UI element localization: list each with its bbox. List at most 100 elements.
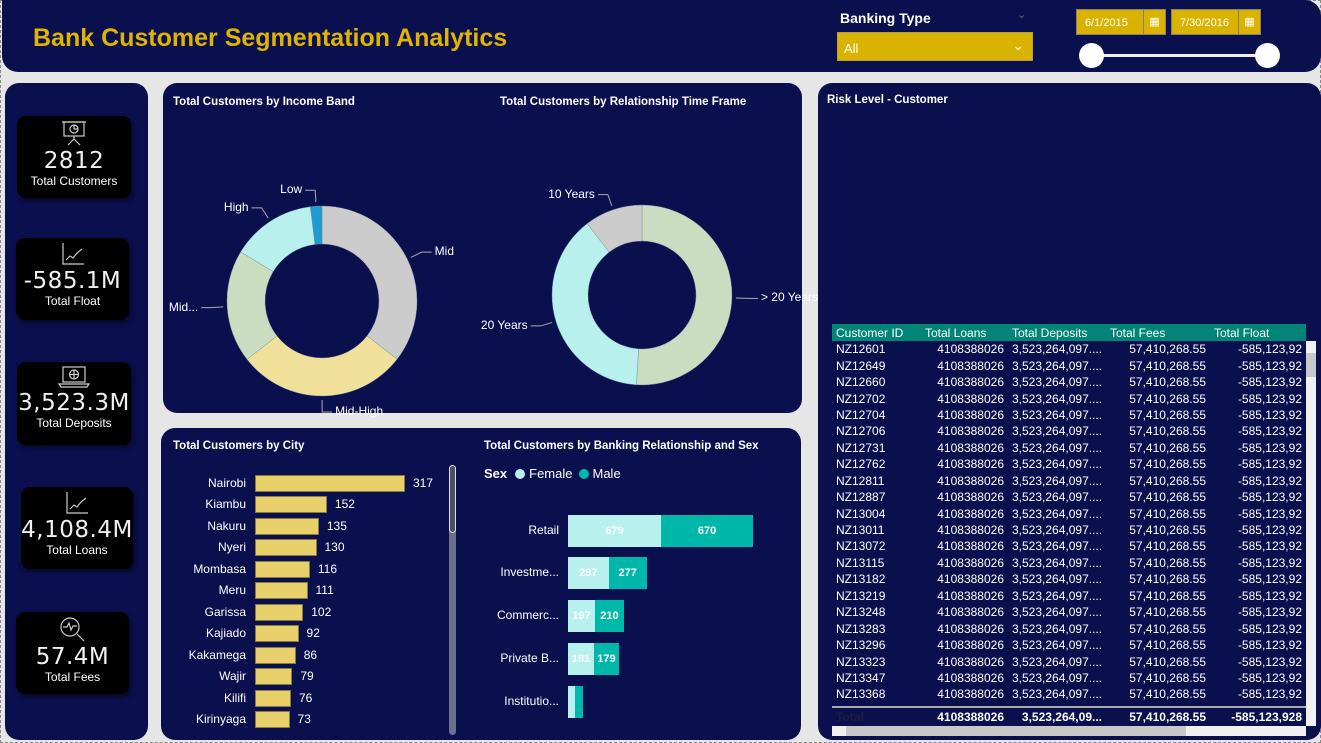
male-bar[interactable]: 210 (595, 600, 624, 632)
table-cell: 3,523,264,097.... (1012, 358, 1103, 373)
table-row[interactable]: NZ12704 4108388026 3,523,264,097.... 57,410… (832, 407, 1306, 423)
city-bar[interactable] (255, 517, 319, 535)
table-row[interactable]: NZ13219 4108388026 3,523,264,097.... 57,410… (832, 588, 1306, 604)
table-row[interactable]: NZ12762 4108388026 3,523,264,097.... 57,410… (832, 456, 1306, 472)
total-cell: 4108388026 (937, 710, 1004, 724)
table-row[interactable]: NZ13004 4108388026 3,523,264,097.... 57,410… (832, 505, 1306, 521)
table-cell: 4108388026 (937, 490, 1004, 505)
table-row[interactable]: NZ13182 4108388026 3,523,264,097.... 57,410… (832, 571, 1306, 587)
table-cell: 3,523,264,097.... (1012, 687, 1103, 702)
city-label: Garissa (204, 604, 246, 619)
table-cell: 3,523,264,097.... (1012, 638, 1103, 653)
table-row[interactable]: NZ12706 4108388026 3,523,264,097.... 57,410… (832, 423, 1306, 439)
table-cell: 57,410,268.55 (1129, 358, 1206, 373)
female-bar[interactable]: 679 (568, 515, 662, 547)
donut-slice-mid[interactable] (321, 205, 418, 360)
table-cell: 3,523,264,097.... (1012, 473, 1103, 488)
table-cell: NZ13011 (836, 523, 885, 538)
leader-line (530, 321, 553, 327)
city-bar[interactable] (255, 689, 291, 707)
city-bar[interactable] (255, 668, 293, 686)
city-value: 79 (300, 669, 314, 684)
table-row[interactable]: NZ13347 4108388026 3,523,264,097.... 57,410… (832, 670, 1306, 686)
table-row[interactable]: NZ12660 4108388026 3,523,264,097.... 57,410… (832, 374, 1306, 390)
city-bar[interactable] (255, 582, 308, 600)
city-bar[interactable] (255, 496, 327, 514)
table-row[interactable]: NZ13323 4108388026 3,523,264,097.... 57,410… (832, 653, 1306, 669)
table-cell: NZ12660 (836, 375, 886, 390)
donut-slice-mid-high[interactable] (246, 335, 398, 397)
city-bar[interactable] (255, 625, 299, 643)
table-cell: 4108388026 (937, 523, 1004, 538)
female-bar[interactable]: 197 (568, 600, 596, 632)
table-cell: 4108388026 (937, 555, 1004, 570)
table-cell: 57,410,268.55 (1129, 638, 1206, 653)
table-row[interactable]: NZ12887 4108388026 3,523,264,097.... 57,410… (832, 489, 1306, 505)
city-bar[interactable] (255, 710, 290, 728)
table-row[interactable]: NZ12601 4108388026 3,523,264,097.... 57,410… (832, 341, 1306, 357)
female-bar[interactable]: 191 (568, 643, 595, 675)
column-header[interactable]: Total Deposits (1008, 324, 1106, 341)
table-row[interactable]: NZ12731 4108388026 3,523,264,097.... 57,410… (832, 440, 1306, 456)
table-horizontal-scrollbar-thumb[interactable] (846, 726, 1186, 736)
table-row[interactable]: NZ13368 4108388026 3,523,264,097.... 57,410… (832, 686, 1306, 702)
city-bar[interactable] (255, 539, 317, 557)
table-cell: -585,123,92 (1237, 358, 1302, 373)
legend-female-dot (515, 468, 526, 479)
table-cell: NZ12702 (836, 391, 886, 406)
table-vertical-scrollbar-thumb[interactable] (1306, 353, 1316, 377)
table-cell: 57,410,268.55 (1129, 687, 1206, 702)
city-bar[interactable] (255, 560, 310, 578)
table-row[interactable]: NZ13283 4108388026 3,523,264,097.... 57,410… (832, 620, 1306, 636)
table-row[interactable]: NZ13248 4108388026 3,523,264,097.... 57,410… (832, 604, 1306, 620)
table-row[interactable]: NZ13115 4108388026 3,523,264,097.... 57,410… (832, 555, 1306, 571)
relationship-label: Private B... (500, 651, 559, 665)
column-header[interactable]: Total Float (1210, 324, 1306, 341)
table-cell: -585,123,92 (1237, 490, 1302, 505)
table-cell: 4108388026 (937, 358, 1004, 373)
table-cell: 57,410,268.55 (1129, 605, 1206, 620)
legend-male[interactable]: Male (593, 466, 621, 481)
table-cell: 4108388026 (937, 424, 1004, 439)
male-value: 210 (600, 610, 619, 622)
table-cell: 57,410,268.55 (1129, 391, 1206, 406)
leader-line (321, 399, 333, 413)
table-cell: 3,523,264,097.... (1012, 670, 1103, 685)
city-bar[interactable] (255, 603, 304, 621)
city-bar[interactable] (255, 475, 405, 492)
table-cell: 57,410,268.55 (1129, 670, 1206, 685)
male-bar[interactable]: 670 (661, 515, 753, 547)
city-scrollbar-thumb[interactable] (449, 465, 456, 533)
table-row[interactable]: NZ13296 4108388026 3,523,264,097.... 57,410… (832, 637, 1306, 653)
table-row[interactable]: NZ12649 4108388026 3,523,264,097.... 57,410… (832, 357, 1306, 373)
donut-label: Low (280, 182, 303, 197)
donut-slice--20-years[interactable] (636, 204, 733, 386)
leader-line (597, 194, 613, 207)
table-row[interactable]: NZ12811 4108388026 3,523,264,097.... 57,410… (832, 473, 1306, 489)
column-header[interactable]: Total Fees (1106, 324, 1210, 341)
city-value: 135 (326, 518, 347, 533)
donut-label: High (223, 199, 249, 214)
city-label: Mombasa (193, 561, 246, 576)
table-cell: 57,410,268.55 (1129, 473, 1206, 488)
table-cell: 4108388026 (937, 654, 1004, 669)
table-row[interactable]: NZ13011 4108388026 3,523,264,097.... 57,410… (832, 522, 1306, 538)
female-bar[interactable]: 297 (568, 557, 609, 589)
male-bar[interactable]: 277 (608, 557, 647, 589)
male-bar[interactable] (575, 686, 584, 718)
table-cell: NZ13004 (836, 506, 886, 521)
column-header[interactable]: Customer ID (832, 324, 921, 341)
donut-slice-20-years[interactable] (551, 223, 639, 386)
table-row[interactable]: NZ12702 4108388026 3,523,264,097.... 57,410… (832, 390, 1306, 406)
table-cell: 4108388026 (937, 391, 1004, 406)
table-row[interactable]: NZ13072 4108388026 3,523,264,097.... 57,410… (832, 538, 1306, 554)
column-header[interactable]: Total Loans (921, 324, 1008, 341)
legend-female[interactable]: Female (529, 466, 572, 481)
male-bar[interactable]: 179 (594, 643, 619, 675)
table-horizontal-scrollbar[interactable] (832, 726, 1306, 736)
female-bar[interactable] (568, 686, 576, 718)
table-cell: -585,123,92 (1237, 687, 1302, 702)
table-vertical-scrollbar[interactable] (1306, 341, 1316, 726)
city-bar[interactable] (255, 646, 296, 664)
table-cell: -585,123,92 (1237, 539, 1302, 554)
